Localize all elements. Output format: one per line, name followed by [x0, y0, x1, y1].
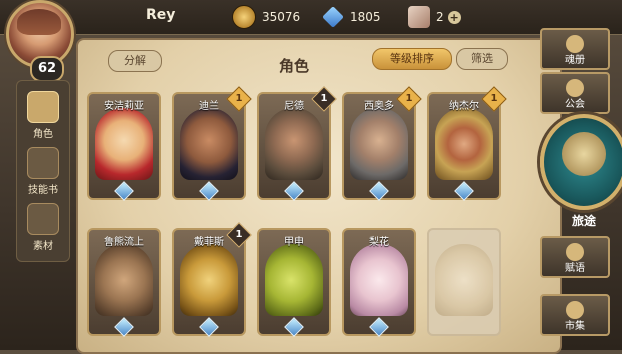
character-card[interactable]: 迪兰 1 [172, 86, 252, 201]
character-portrait [95, 244, 153, 316]
character-card[interactable]: 梨花 [342, 228, 416, 337]
rarity-gem-icon [284, 317, 304, 337]
character-name: 梨花 [369, 237, 389, 248]
nav-market-label: 市集 [565, 321, 585, 332]
left-nav: 角色 技能书 素材 [16, 80, 70, 262]
ticket-icon [408, 6, 430, 28]
locked-character-card[interactable] [427, 228, 501, 336]
crystal-amount: 1805 [350, 10, 381, 24]
nav-codex[interactable]: 魂册 [540, 28, 610, 70]
travel-button[interactable]: 旅途 [540, 114, 622, 228]
top-bar [0, 0, 622, 35]
character-portrait [180, 244, 238, 316]
character-portrait [435, 108, 493, 180]
nav-materials-label: 素材 [33, 241, 53, 252]
rarity-gem-icon [284, 181, 304, 201]
material-icon [27, 203, 59, 235]
nav-talent[interactable]: 赋语 [540, 236, 610, 278]
character-portrait [265, 108, 323, 180]
nav-market[interactable]: 市集 [540, 294, 610, 336]
character-card[interactable]: 戴菲斯 1 [172, 222, 252, 337]
nav-codex-label: 魂册 [565, 55, 585, 66]
ticket-amount: 2 [436, 10, 444, 24]
character-portrait [350, 108, 408, 180]
character-card[interactable]: 安洁莉亚 [87, 92, 161, 201]
rarity-gem-icon [199, 181, 219, 201]
character-icon [27, 91, 59, 123]
nav-guild[interactable]: 公会 [540, 72, 610, 114]
coin-icon [232, 5, 256, 29]
character-portrait [265, 244, 323, 316]
split-button[interactable]: 分解 [108, 50, 162, 72]
nav-guild-label: 公会 [565, 99, 585, 110]
rarity-gem-icon [369, 181, 389, 201]
filter-button[interactable]: 筛选 [456, 48, 508, 70]
nav-skill-books-label: 技能书 [28, 185, 58, 196]
character-card[interactable]: 西奥多 1 [342, 86, 422, 201]
character-name: 甲申 [284, 237, 304, 248]
ticket-resource[interactable]: 2 + [408, 5, 461, 29]
character-portrait [180, 108, 238, 180]
nav-materials[interactable]: 素材 [19, 201, 67, 252]
rarity-gem-icon [369, 317, 389, 337]
character-name: 安洁莉亚 [104, 101, 144, 112]
nav-characters[interactable]: 角色 [19, 89, 67, 140]
crystal-resource[interactable]: 1805 [322, 5, 381, 29]
character-silhouette [435, 244, 493, 316]
travel-label: 旅途 [571, 214, 596, 228]
rarity-gem-icon [454, 181, 474, 201]
character-card[interactable]: 鲁熊流上 [87, 228, 161, 337]
add-ticket-button[interactable]: + [447, 10, 461, 24]
nav-characters-label: 角色 [33, 129, 53, 140]
character-name: 鲁熊流上 [104, 237, 144, 248]
player-name: Rey [146, 7, 176, 23]
character-card[interactable]: 尼德 1 [257, 86, 337, 201]
nav-talent-label: 赋语 [565, 263, 585, 274]
panel-title: 角色 [278, 57, 309, 75]
gold-resource[interactable]: 35076 [232, 5, 300, 29]
character-card[interactable]: 纳杰尔 1 [427, 86, 507, 201]
nav-skill-books[interactable]: 技能书 [19, 145, 67, 196]
gold-amount: 35076 [262, 10, 301, 24]
book-icon [27, 147, 59, 179]
rarity-gem-icon [114, 317, 134, 337]
crystal-icon [322, 6, 344, 28]
rarity-gem-icon [114, 181, 134, 201]
character-portrait [95, 108, 153, 180]
player-level-badge: 62 [30, 56, 64, 82]
rarity-gem-icon [199, 317, 219, 337]
character-card[interactable]: 甲申 [257, 228, 331, 337]
travel-emblem-icon [562, 132, 606, 176]
sort-by-level-button[interactable]: 等级排序 [372, 48, 452, 70]
character-portrait [350, 244, 408, 316]
